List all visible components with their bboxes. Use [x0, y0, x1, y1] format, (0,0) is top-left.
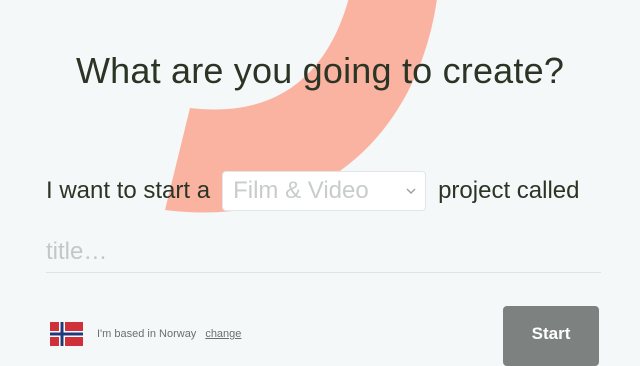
sentence-prefix: I want to start a	[46, 177, 211, 204]
category-select[interactable]: Film & Video	[222, 171, 427, 211]
title-input[interactable]	[46, 234, 601, 270]
title-field	[46, 234, 601, 273]
project-sentence: I want to start a Film & Video project c…	[46, 170, 580, 212]
category-select-value: Film & Video	[233, 177, 369, 204]
norway-flag-icon	[50, 322, 83, 346]
chevron-down-icon	[405, 185, 417, 197]
page-heading: What are you going to create?	[75, 50, 565, 91]
start-button[interactable]: Start	[503, 306, 599, 366]
change-location-link[interactable]: change	[205, 328, 241, 340]
location-info: I'm based in Norway change	[50, 320, 241, 348]
location-text: I'm based in Norway	[97, 328, 197, 340]
sentence-suffix: project called	[438, 177, 580, 204]
